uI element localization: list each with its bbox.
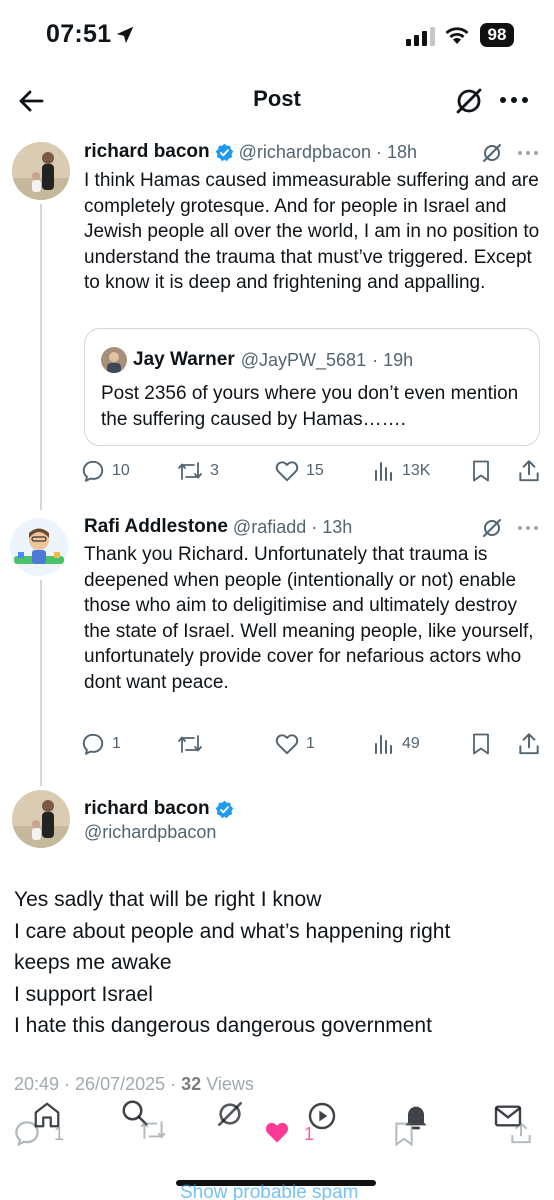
share-button[interactable] [516, 729, 542, 759]
reply-count: 10 [112, 462, 130, 479]
action-bar: 10 3 15 13K [80, 456, 544, 486]
header: Post [0, 72, 554, 132]
cellular-signal-icon [406, 27, 435, 46]
avatar[interactable] [12, 790, 70, 848]
tweet-text: Thank you Richard. Unfortunately that tr… [84, 544, 534, 693]
more-options-icon[interactable] [516, 148, 540, 158]
wifi-icon [445, 27, 469, 44]
avatar-memoji [10, 518, 68, 576]
status-time: 07:51 [46, 20, 112, 48]
author-name[interactable]: richard bacon [84, 798, 210, 820]
views-count: 13K [402, 462, 431, 479]
share-icon[interactable] [508, 1120, 534, 1146]
repost-button[interactable] [176, 729, 210, 759]
like-button[interactable]: 15 [274, 456, 324, 486]
verified-badge-icon [215, 143, 233, 161]
grok-icon[interactable] [452, 84, 486, 118]
more-options-icon[interactable] [498, 90, 530, 110]
bookmark-icon [473, 460, 489, 482]
post-line: I support Israel [14, 982, 153, 1006]
quoted-post[interactable]: Jay Warner @JayPW_5681 · 19h Post 2356 o… [84, 328, 540, 446]
repost-count: 3 [210, 462, 219, 479]
heart-icon[interactable] [262, 1118, 292, 1146]
author-name[interactable]: Rafi Addlestone [84, 516, 228, 538]
post-meta: 20:49 · 26/07/2025 · 32 Views [14, 1074, 254, 1095]
quoted-post-header: Jay Warner @JayPW_5681 · 19h [101, 347, 413, 373]
post-line: I care about people and what’s happening… [14, 919, 451, 943]
share-button[interactable] [516, 456, 542, 486]
views-count: 49 [402, 735, 420, 752]
home-icon[interactable] [32, 1100, 62, 1130]
grok-icon[interactable] [480, 516, 504, 540]
bookmark-button[interactable] [470, 456, 492, 486]
author-name[interactable]: richard bacon [84, 141, 210, 163]
views-label: Views [206, 1074, 254, 1094]
more-options-icon[interactable] [516, 523, 540, 533]
author-handle[interactable]: @richardpbacon [84, 822, 216, 843]
avatar[interactable] [12, 142, 70, 200]
post-line: Yes sadly that will be right I know [14, 888, 322, 911]
repost-icon[interactable] [138, 1116, 168, 1144]
post-line: keeps me awake [14, 951, 172, 975]
grok-icon[interactable] [214, 1098, 246, 1130]
repost-icon [178, 462, 202, 480]
post-time: · 18h [376, 141, 418, 162]
views-button[interactable]: 13K [372, 456, 430, 486]
author-name: Jay Warner [133, 349, 235, 370]
tweet-header: richard bacon @richardpbacon · 18h [84, 141, 417, 163]
avatar-photo [12, 790, 70, 848]
author-handle: @JayPW_5681 [240, 349, 367, 370]
author-handle[interactable]: @rafiadd [233, 517, 306, 538]
thread-line [40, 580, 42, 786]
views-chart-icon [375, 462, 392, 481]
repost-button[interactable]: 3 [176, 456, 219, 486]
post-line: I hate this dangerous dangerous governme… [14, 1014, 432, 1038]
verified-badge-icon [215, 800, 233, 818]
tweet-header: richard bacon [84, 798, 234, 820]
post-timestamp: 20:49 · 26/07/2025 · [14, 1074, 177, 1094]
post-time: · 13h [311, 516, 353, 537]
tweet-text: I think Hamas caused immeasurable suffer… [84, 170, 540, 294]
main-post-text: Yes sadly that will be right I know I ca… [14, 884, 544, 1042]
action-bar: 1 1 49 [80, 729, 544, 759]
grok-icon[interactable] [480, 141, 504, 165]
author-handle[interactable]: @richardpbacon [239, 142, 371, 163]
avatar[interactable] [10, 518, 68, 576]
status-bar: 07:51 98 [0, 0, 554, 72]
like-count: 1 [306, 735, 315, 752]
bookmark-icon [473, 733, 489, 755]
views-count: 32 [181, 1074, 202, 1094]
reply-count: 1 [112, 735, 121, 752]
quoted-post-text: Post 2356 of yours where you don’t even … [101, 383, 519, 430]
show-probable-spam-link[interactable]: Show probable spam [180, 1182, 359, 1200]
tweet-header: Rafi Addlestone @rafiadd · 13h [84, 516, 352, 538]
views-chart-icon [375, 735, 392, 754]
location-arrow-icon [116, 26, 134, 44]
post-time: · 19h [372, 349, 414, 370]
reply-icon [82, 460, 104, 482]
reply-icon [82, 733, 104, 755]
heart-icon [275, 734, 299, 755]
bookmark-icon[interactable] [392, 1120, 416, 1148]
share-icon [519, 733, 539, 755]
reply-button[interactable]: 10 [80, 456, 130, 486]
avatar [101, 347, 127, 373]
like-count: 15 [306, 462, 324, 479]
repost-icon [178, 735, 202, 753]
bookmark-button[interactable] [470, 729, 492, 759]
like-button[interactable]: 1 [274, 729, 315, 759]
share-icon [519, 460, 539, 482]
views-button[interactable]: 49 [372, 729, 420, 759]
battery-indicator: 98 [480, 23, 514, 47]
avatar-photo [12, 142, 70, 200]
thread-line [40, 204, 42, 510]
video-icon[interactable] [306, 1100, 338, 1132]
heart-icon [275, 461, 299, 482]
reply-button[interactable]: 1 [80, 729, 121, 759]
